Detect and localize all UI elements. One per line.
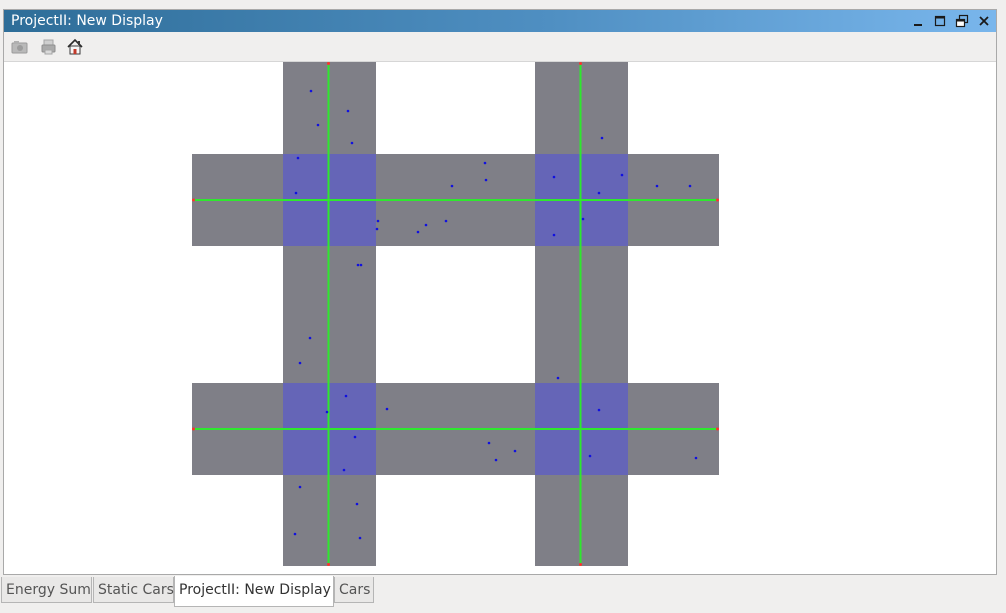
tab-projectii-new-display[interactable]: ProjectII: New Display xyxy=(174,576,334,607)
title-bar[interactable]: ProjectII: New Display xyxy=(4,10,996,32)
car-marker xyxy=(316,123,320,127)
road-endpoint xyxy=(327,62,330,65)
simulation-canvas[interactable] xyxy=(4,62,996,574)
maximize-button[interactable] xyxy=(932,13,948,29)
car-marker xyxy=(513,449,517,453)
car-marker xyxy=(353,435,357,439)
minimize-icon xyxy=(914,24,922,26)
car-marker xyxy=(356,263,360,267)
car-marker xyxy=(444,219,448,223)
car-marker xyxy=(600,136,604,140)
tab-bar: Energy Sum Static Cars ProjectII: New Di… xyxy=(0,576,1006,613)
road-endpoint xyxy=(579,62,582,65)
car-marker xyxy=(450,184,454,188)
endpoint-layer xyxy=(192,62,719,566)
car-marker xyxy=(325,410,329,414)
display-window: ProjectII: New Display xyxy=(3,9,997,575)
car-marker xyxy=(556,376,560,380)
car-marker xyxy=(376,219,380,223)
toolbar xyxy=(4,32,996,62)
print-icon xyxy=(41,39,56,55)
car-marker xyxy=(487,441,491,445)
window-title: ProjectII: New Display xyxy=(11,13,163,29)
window-controls xyxy=(910,12,992,30)
lane-line-layer xyxy=(192,62,719,566)
car-marker xyxy=(350,141,354,145)
maximize-icon xyxy=(934,15,946,27)
car-marker xyxy=(620,173,624,177)
minimize-button[interactable] xyxy=(910,13,926,29)
car-marker xyxy=(344,394,348,398)
close-icon xyxy=(979,16,989,26)
car-marker xyxy=(375,227,379,231)
car-marker xyxy=(484,178,488,182)
car-marker xyxy=(308,336,312,340)
car-marker xyxy=(483,161,487,165)
tab-static-cars[interactable]: Static Cars xyxy=(93,577,174,603)
car-marker xyxy=(342,468,346,472)
tab-cars[interactable]: Cars xyxy=(334,577,374,603)
print-button[interactable] xyxy=(40,38,58,56)
road-layer xyxy=(192,62,719,566)
camera-icon xyxy=(11,41,28,54)
road-endpoint xyxy=(327,563,330,566)
car-marker xyxy=(655,184,659,188)
car-marker xyxy=(581,217,585,221)
car-marker xyxy=(346,109,350,113)
car-marker xyxy=(298,361,302,365)
car-marker xyxy=(424,223,428,227)
road-endpoint xyxy=(716,427,719,431)
car-marker xyxy=(552,175,556,179)
car-marker xyxy=(552,233,556,237)
car-marker xyxy=(294,191,298,195)
restore-icon xyxy=(955,14,969,28)
car-marker xyxy=(385,407,389,411)
restore-button[interactable] xyxy=(954,13,970,29)
road-network-view[interactable] xyxy=(4,62,996,574)
road-endpoint xyxy=(192,427,195,431)
car-marker xyxy=(359,263,363,267)
car-marker xyxy=(588,454,592,458)
camera-button[interactable] xyxy=(11,38,29,56)
home-icon xyxy=(67,38,83,55)
tab-energy-sum[interactable]: Energy Sum xyxy=(1,577,92,603)
road-endpoint xyxy=(192,198,195,202)
car-marker xyxy=(298,485,302,489)
road-endpoint xyxy=(716,198,719,202)
car-marker xyxy=(293,532,297,536)
close-button[interactable] xyxy=(976,13,992,29)
car-marker xyxy=(296,156,300,160)
road-endpoint xyxy=(579,563,582,566)
car-marker xyxy=(597,408,601,412)
car-marker xyxy=(694,456,698,460)
car-marker xyxy=(358,536,362,540)
car-marker xyxy=(416,230,420,234)
car-marker xyxy=(494,458,498,462)
home-button[interactable] xyxy=(66,38,84,56)
car-marker xyxy=(355,502,359,506)
car-marker xyxy=(688,184,692,188)
car-marker xyxy=(309,89,313,93)
car-marker xyxy=(597,191,601,195)
